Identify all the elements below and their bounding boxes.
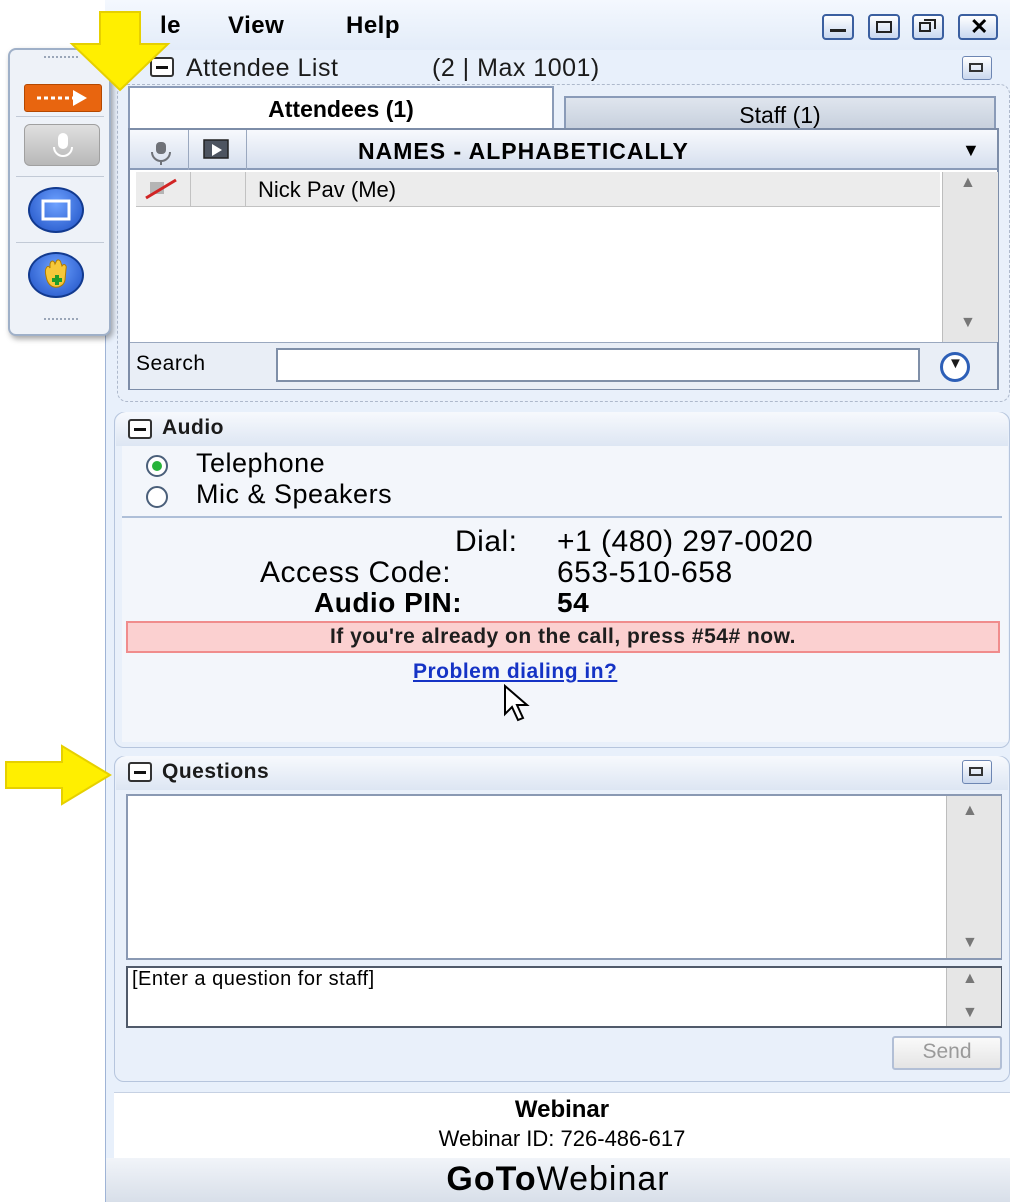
microphone-icon bbox=[53, 133, 73, 157]
attendee-list-title: Attendee List bbox=[186, 54, 339, 82]
side-divider bbox=[16, 242, 104, 243]
screen-view-button[interactable] bbox=[28, 187, 84, 233]
scroll-down-icon[interactable]: ▼ bbox=[960, 314, 976, 332]
tab-attendees[interactable]: Attendees (1) bbox=[128, 86, 554, 130]
webinar-id-wrap: Webinar ID: 726-486-617 bbox=[114, 1126, 1010, 1152]
audio-divider bbox=[122, 516, 1002, 518]
screen-column-header[interactable] bbox=[190, 130, 247, 170]
chevron-down-icon: ▼ bbox=[948, 355, 963, 372]
notice-text: If you're already on the call, press #54… bbox=[329, 625, 797, 648]
questions-popout-button[interactable] bbox=[962, 760, 992, 784]
audio-pin-label: Audio PIN: bbox=[314, 587, 463, 618]
webinar-title-wrap: Webinar bbox=[114, 1096, 1010, 1124]
annotation-arrow-right-icon bbox=[5, 744, 112, 806]
attendee-name: Nick Pav (Me) bbox=[258, 177, 397, 202]
dial-number: +1 (480) 297-0020 bbox=[557, 525, 814, 558]
audio-pin-value: 54 bbox=[557, 587, 590, 618]
tab-attendees-label: Attendees (1) bbox=[268, 96, 414, 122]
muted-mic-icon bbox=[136, 172, 188, 206]
maximize-button[interactable] bbox=[868, 14, 900, 40]
dial-label: Dial: bbox=[455, 525, 518, 558]
audio-header bbox=[116, 412, 1008, 446]
access-code-label: Access Code: bbox=[260, 556, 452, 589]
send-button[interactable]: Send bbox=[892, 1036, 1002, 1070]
search-label: Search bbox=[136, 352, 206, 375]
webinar-id: Webinar ID: 726-486-617 bbox=[438, 1126, 686, 1151]
names-column-header[interactable]: NAMES - ALPHABETICALLY bbox=[358, 138, 689, 165]
side-divider bbox=[16, 176, 104, 177]
minimize-button[interactable] bbox=[822, 14, 854, 40]
screen-share-icon bbox=[203, 139, 229, 159]
close-icon: ✕ bbox=[970, 14, 989, 39]
audio-collapse-button[interactable] bbox=[128, 419, 152, 439]
popout-icon bbox=[969, 63, 983, 72]
search-input[interactable] bbox=[276, 348, 920, 382]
scroll-down-icon[interactable]: ▼ bbox=[962, 1004, 978, 1022]
search-options-button[interactable]: ▼ bbox=[940, 352, 970, 382]
already-on-call-notice: If you're already on the call, press #54… bbox=[126, 621, 1000, 653]
side-divider bbox=[16, 116, 104, 117]
scroll-up-icon[interactable]: ▲ bbox=[962, 802, 978, 820]
scroll-down-icon[interactable]: ▼ bbox=[962, 934, 978, 952]
mute-button[interactable] bbox=[24, 124, 100, 166]
questions-collapse-button[interactable] bbox=[128, 762, 152, 782]
webinar-title: Webinar bbox=[514, 1096, 610, 1123]
maximize-icon bbox=[876, 21, 892, 33]
audio-title: Audio bbox=[162, 416, 224, 439]
mic-speakers-label[interactable]: Mic & Speakers bbox=[196, 479, 392, 510]
gotowebinar-logo: GoToWebinar bbox=[106, 1160, 1010, 1199]
menu-help[interactable]: Help bbox=[346, 12, 400, 40]
tab-staff[interactable]: Staff (1) bbox=[564, 96, 996, 130]
brand-goto: GoTo bbox=[446, 1160, 537, 1198]
menu-view[interactable]: View bbox=[228, 12, 284, 40]
minimize-icon bbox=[830, 29, 846, 32]
popout-icon bbox=[969, 767, 983, 776]
mic-speakers-radio[interactable] bbox=[146, 486, 168, 508]
send-label: Send bbox=[922, 1040, 972, 1063]
scroll-up-icon[interactable]: ▲ bbox=[962, 970, 978, 988]
attendee-count: (2 | Max 1001) bbox=[432, 54, 600, 82]
question-placeholder: [Enter a question for staff] bbox=[132, 968, 375, 990]
annotation-arrow-down-icon bbox=[69, 11, 171, 92]
raise-hand-icon bbox=[45, 259, 67, 288]
microphone-icon bbox=[151, 142, 171, 165]
mouse-cursor-icon bbox=[504, 684, 530, 722]
telephone-label[interactable]: Telephone bbox=[196, 448, 325, 479]
questions-title: Questions bbox=[162, 760, 270, 783]
questions-log[interactable] bbox=[126, 794, 1002, 960]
drag-handle-bottom[interactable] bbox=[44, 318, 78, 324]
mic-column-header[interactable] bbox=[136, 130, 189, 170]
screen-status-cell bbox=[190, 172, 246, 206]
sort-dropdown-icon[interactable]: ▼ bbox=[962, 140, 980, 161]
access-code-value: 653-510-658 bbox=[557, 556, 733, 589]
telephone-radio[interactable] bbox=[146, 455, 168, 477]
brand-webinar: Webinar bbox=[536, 1160, 670, 1198]
problem-dialing-link[interactable]: Problem dialing in? bbox=[413, 660, 617, 684]
table-row[interactable] bbox=[136, 172, 940, 207]
restore-button[interactable] bbox=[912, 14, 944, 40]
attendee-popout-button[interactable] bbox=[962, 56, 992, 80]
scroll-up-icon[interactable]: ▲ bbox=[960, 174, 976, 192]
raise-hand-button[interactable] bbox=[28, 252, 84, 298]
tab-staff-label: Staff (1) bbox=[739, 102, 821, 128]
close-button[interactable]: ✕ bbox=[958, 14, 998, 40]
screen-icon bbox=[41, 199, 71, 221]
